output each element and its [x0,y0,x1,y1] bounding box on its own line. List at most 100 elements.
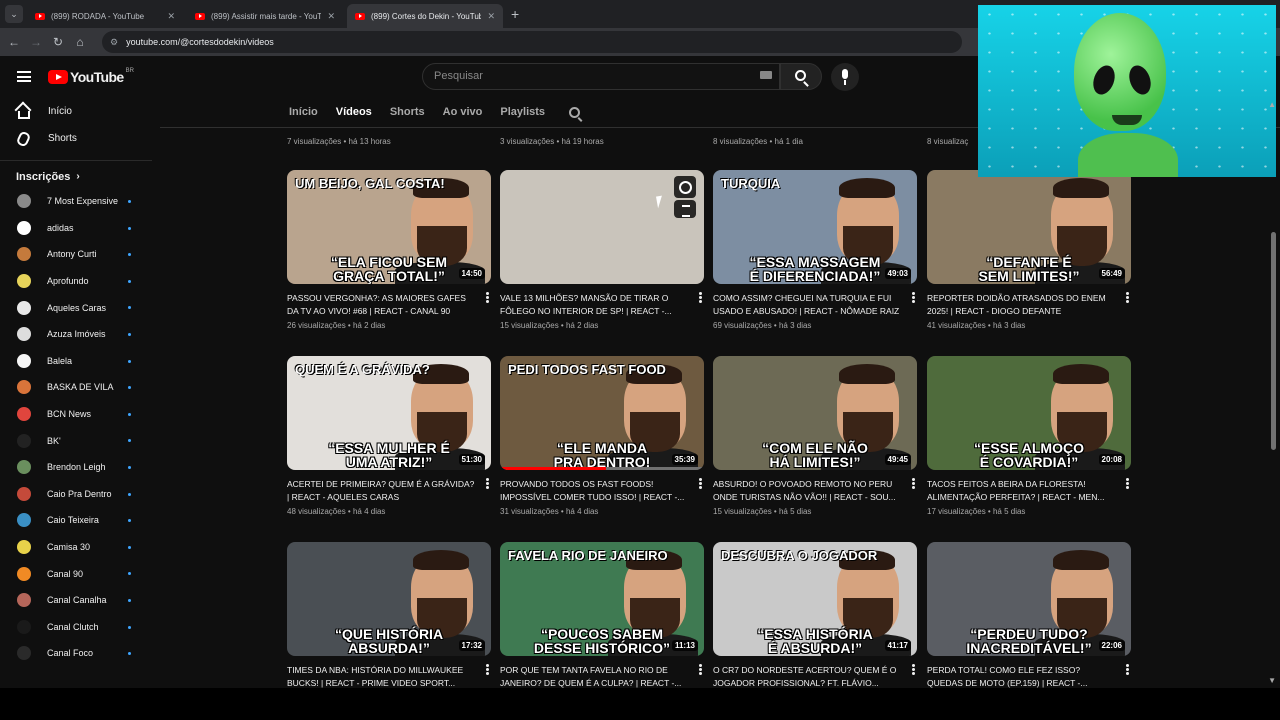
video-title[interactable]: PASSOU VERGONHA?: AS MAIORES GAFES DA TV… [287,292,477,318]
close-tab-icon[interactable]: ✕ [487,11,495,22]
video-thumbnail[interactable]: “QUE HISTÓRIA ABSURDA!” 17:32 [287,542,491,656]
video-thumbnail[interactable] [500,170,704,284]
video-card[interactable]: QUEM É A GRÁVIDA? “ESSA MULHER É UMA ATRIZ… [287,356,491,516]
video-title[interactable]: TIMES DA NBA: HISTÓRIA DO MILLWAUKEE BUC… [287,664,477,690]
video-thumbnail[interactable]: “DEFANTE É SEM LIMITES!” 56:49 [927,170,1131,284]
watch-later-icon[interactable] [674,176,696,198]
browser-tab-active[interactable]: (899) Cortes do Dekin - YouTube ✕ [347,4,503,28]
back-icon[interactable]: ← [6,35,22,49]
more-options-icon[interactable] [486,478,489,489]
browser-tab[interactable]: (899) RODADA - YouTube ✕ [27,4,183,28]
video-thumbnail[interactable]: “PERDEU TUDO? INACREDITÁVEL!” 22:06 [927,542,1131,656]
video-thumbnail[interactable]: “ESSE ALMOÇO É COVARDIA!” 20:08 [927,356,1131,470]
tab-playlists[interactable]: Playlists [500,106,545,118]
video-card[interactable]: VALE 13 MILHÕES? MANSÃO DE TIRAR O FÔLEG… [500,170,704,330]
tab-shorts[interactable]: Shorts [390,106,425,118]
keyboard-icon[interactable] [760,71,772,79]
more-options-icon[interactable] [699,664,702,675]
video-card[interactable]: “ESSE ALMOÇO É COVARDIA!” 20:08 TACOS FEITO… [927,356,1131,516]
video-card[interactable]: TURQUIA “ESSA MASSAGEM É DIFERENCIADA!” 49:… [713,170,917,330]
subscriptions-heading[interactable]: Inscrições › [0,160,152,188]
tab-list-button[interactable]: ⌄ [5,5,23,23]
more-options-icon[interactable] [1126,292,1129,303]
close-tab-icon[interactable]: ✕ [167,11,175,22]
video-title[interactable]: ACERTEI DE PRIMEIRA? QUEM É A GRÁVIDA? |… [287,478,477,504]
video-card[interactable]: “PERDEU TUDO? INACREDITÁVEL!” 22:06 PERDA T… [927,542,1131,690]
search-button[interactable] [780,63,822,90]
video-title[interactable]: ABSURDO! O POVOADO REMOTO NO PERU ONDE T… [713,478,903,504]
more-options-icon[interactable] [486,664,489,675]
sidebar-subscription-item[interactable]: Antony Curti [0,241,152,268]
video-thumbnail[interactable]: FAVELA RIO DE JANEIRO “POUCOS SABEM DESSE … [500,542,704,656]
video-thumbnail[interactable]: DESCUBRA O JOGADOR “ESSA HISTÓRIA É ABSURD… [713,542,917,656]
sidebar-subscription-item[interactable]: adidas [0,215,152,242]
scrollbar-thumb[interactable] [1271,232,1276,450]
sidebar-subscription-item[interactable]: Caio Pra Dentro [0,481,152,508]
more-options-icon[interactable] [912,292,915,303]
more-options-icon[interactable] [912,478,915,489]
sidebar-subscription-item[interactable]: Brendon Leigh [0,454,152,481]
video-title[interactable]: PROVANDO TODOS OS FAST FOODS! IMPOSSÍVEL… [500,478,690,504]
sidebar-subscription-item[interactable]: Balela [0,348,152,375]
close-tab-icon[interactable]: ✕ [327,11,335,22]
sidebar-subscription-item[interactable]: Camisa 30 [0,534,152,561]
sidebar-subscription-item[interactable]: Aprofundo [0,268,152,295]
sidebar-item-home[interactable]: Início [0,98,152,125]
scroll-down-icon[interactable]: ▼ [1268,676,1276,685]
add-to-queue-icon[interactable] [674,200,696,218]
more-options-icon[interactable] [1126,478,1129,489]
sidebar-subscription-item[interactable]: 7 Most Expensive [0,188,152,215]
video-thumbnail[interactable]: UM BEIJO, GAL COSTA! “ELA FICOU SEM GRAÇA … [287,170,491,284]
sidebar-subscription-item[interactable]: BASKA DE VILA [0,374,152,401]
more-options-icon[interactable] [699,478,702,489]
hamburger-menu-icon[interactable] [17,71,31,82]
channel-search-icon[interactable] [569,106,581,118]
video-card[interactable]: “COM ELE NÃO HÁ LIMITES!” 49:45 ABSURDO! O … [713,356,917,516]
tab-home[interactable]: Início [289,106,318,118]
youtube-logo[interactable]: YouTube BR [48,68,134,85]
browser-tab[interactable]: (899) Assistir mais tarde - YouTube✕ [187,4,343,28]
sidebar-subscription-item[interactable]: Caio Teixeira [0,507,152,534]
sidebar-subscription-item[interactable]: Canal Foco [0,640,152,667]
sidebar-subscription-item[interactable]: Canal Canalha [0,587,152,614]
video-thumbnail[interactable]: QUEM É A GRÁVIDA? “ESSA MULHER É UMA ATRIZ… [287,356,491,470]
video-card[interactable]: “QUE HISTÓRIA ABSURDA!” 17:32 TIMES DA NBA:… [287,542,491,690]
sidebar-subscription-item[interactable]: Aqueles Caras [0,294,152,321]
site-info-icon[interactable]: ⚙ [110,37,118,48]
more-options-icon[interactable] [1126,664,1129,675]
scroll-up-icon[interactable]: ▲ [1268,100,1276,109]
video-card[interactable]: FAVELA RIO DE JANEIRO “POUCOS SABEM DESSE … [500,542,704,690]
reload-icon[interactable]: ↻ [50,35,66,49]
forward-icon[interactable]: → [28,35,44,49]
sidebar-subscription-item[interactable]: BK' [0,427,152,454]
video-card[interactable]: UM BEIJO, GAL COSTA! “ELA FICOU SEM GRAÇA … [287,170,491,330]
sidebar-subscription-item[interactable]: BCN News [0,401,152,428]
video-title[interactable]: POR QUE TEM TANTA FAVELA NO RIO DE JANEI… [500,664,690,690]
tab-live[interactable]: Ao vivo [443,106,483,118]
video-thumbnail[interactable]: PEDI TODOS FAST FOOD “ELE MANDA PRA DENTRO… [500,356,704,470]
video-title[interactable]: TACOS FEITOS A BEIRA DA FLORESTA! ALIMEN… [927,478,1117,504]
tab-videos[interactable]: Vídeos [336,106,372,118]
video-thumbnail[interactable]: TURQUIA “ESSA MASSAGEM É DIFERENCIADA!” 49:… [713,170,917,284]
sidebar-subscription-item[interactable]: Canal Clutch [0,614,152,641]
more-options-icon[interactable] [486,292,489,303]
more-options-icon[interactable] [912,664,915,675]
voice-search-icon[interactable] [831,63,859,91]
video-card[interactable]: PEDI TODOS FAST FOOD “ELE MANDA PRA DENTRO… [500,356,704,516]
video-title[interactable]: COMO ASSIM? CHEGUEI NA TURQUIA E FUI USA… [713,292,903,318]
video-title[interactable]: REPORTER DOIDÃO ATRASADOS DO ENEM 2025! … [927,292,1117,318]
sidebar-subscription-item[interactable]: Canal 90 [0,560,152,587]
video-thumbnail[interactable]: “COM ELE NÃO HÁ LIMITES!” 49:45 [713,356,917,470]
new-tab-button[interactable]: + [511,6,519,22]
video-card[interactable]: “DEFANTE É SEM LIMITES!” 56:49 REPORTER DOI… [927,170,1131,330]
address-bar[interactable]: ⚙ youtube.com/@cortesdodekin/videos [102,31,962,53]
search-input[interactable]: Pesquisar [422,63,780,90]
video-title[interactable]: PERDA TOTAL! COMO ELE FEZ ISSO? QUEDAS D… [927,664,1117,690]
video-title[interactable]: O CR7 DO NORDESTE ACERTOU? QUEM É O JOGA… [713,664,903,690]
video-card[interactable]: DESCUBRA O JOGADOR “ESSA HISTÓRIA É ABSURD… [713,542,917,690]
sidebar-item-shorts[interactable]: Shorts [0,125,152,152]
more-options-icon[interactable] [699,292,702,303]
video-title[interactable]: VALE 13 MILHÕES? MANSÃO DE TIRAR O FÔLEG… [500,292,690,318]
sidebar-subscription-item[interactable]: Azuza Imóveis [0,321,152,348]
home-icon[interactable]: ⌂ [72,35,88,49]
